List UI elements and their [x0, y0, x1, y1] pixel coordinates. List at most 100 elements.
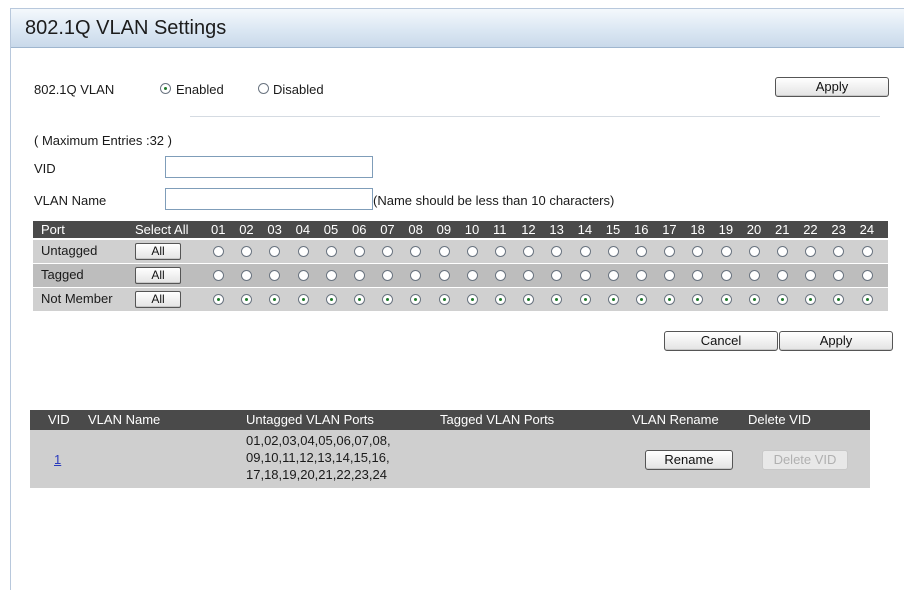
not-member-port-13-radio[interactable]: [551, 294, 563, 305]
untagged-port-14-radio[interactable]: [579, 246, 591, 257]
vid-input[interactable]: [165, 156, 373, 178]
untagged-port-16-radio[interactable]: [636, 246, 647, 257]
not-member-port-06-radio[interactable]: [354, 294, 365, 305]
not-member-port-21-radio[interactable]: [777, 294, 788, 305]
tagged-port-23-radio[interactable]: [833, 270, 845, 281]
not-member-port-05-radio[interactable]: [325, 294, 337, 305]
not-member-port-09-radio[interactable]: [438, 294, 450, 305]
port-header-01: 01: [211, 222, 226, 237]
tagged-port-22-radio[interactable]: [805, 270, 817, 281]
tagged-port-05-radio[interactable]: [325, 270, 337, 281]
untagged-port-06-radio[interactable]: [354, 246, 365, 257]
tagged-port-11-radio[interactable]: [495, 270, 506, 281]
tagged-port-20-radio[interactable]: [748, 270, 760, 281]
vlan-name-input[interactable]: [165, 188, 373, 210]
tagged-port-17-radio[interactable]: [664, 270, 676, 281]
cancel-button[interactable]: Cancel: [664, 331, 778, 351]
untagged-port-17-radio[interactable]: [664, 246, 676, 257]
not-member-port-07-radio[interactable]: [382, 294, 394, 305]
untagged-port-24-radio[interactable]: [861, 246, 873, 257]
port-header-17: 17: [662, 222, 677, 237]
tagged-port-09-radio[interactable]: [438, 270, 450, 281]
not-member-all-button[interactable]: All: [135, 291, 181, 308]
tagged-ports-column-header: Tagged VLAN Ports: [440, 412, 555, 427]
tagged-port-01-radio[interactable]: [213, 270, 224, 281]
tagged-port-14-radio[interactable]: [579, 270, 591, 281]
enabled-radio[interactable]: [160, 83, 171, 94]
not-member-port-19-radio[interactable]: [720, 294, 732, 305]
untagged-row: Untagged All: [33, 240, 888, 263]
untagged-port-21-radio[interactable]: [777, 246, 788, 257]
untagged-port-11-radio[interactable]: [495, 246, 506, 257]
not-member-port-18-radio[interactable]: [692, 294, 704, 305]
tagged-port-08-radio[interactable]: [410, 270, 422, 281]
not-member-port-11-radio[interactable]: [495, 294, 506, 305]
port-header-08: 08: [408, 222, 423, 237]
untagged-port-23-radio[interactable]: [833, 246, 845, 257]
untagged-port-20-radio[interactable]: [748, 246, 760, 257]
not-member-port-17-radio[interactable]: [664, 294, 676, 305]
untagged-label: Untagged: [41, 243, 98, 258]
not-member-port-15-radio[interactable]: [607, 294, 619, 305]
tagged-port-12-radio[interactable]: [523, 270, 535, 281]
port-header-04: 04: [295, 222, 311, 237]
not-member-port-22-radio[interactable]: [805, 294, 817, 305]
not-member-port-23-radio[interactable]: [833, 294, 845, 305]
apply-vlan-mode-button[interactable]: Apply: [775, 77, 889, 97]
not-member-port-03-radio[interactable]: [269, 294, 281, 305]
not-member-port-14-radio[interactable]: [579, 294, 591, 305]
untagged-port-12-radio[interactable]: [523, 246, 535, 257]
not-member-port-08-radio[interactable]: [410, 294, 422, 305]
untagged-port-01-radio[interactable]: [213, 246, 224, 257]
untagged-port-03-radio[interactable]: [269, 246, 281, 257]
tagged-port-10-radio[interactable]: [466, 270, 478, 281]
untagged-port-04-radio[interactable]: [297, 246, 309, 257]
rename-button[interactable]: Rename: [645, 450, 733, 470]
page-title: 802.1Q VLAN Settings: [25, 17, 227, 39]
tagged-all-button[interactable]: All: [135, 267, 181, 284]
disabled-radio[interactable]: [258, 83, 269, 94]
not-member-port-02-radio[interactable]: [241, 294, 253, 305]
untagged-port-07-radio[interactable]: [382, 246, 394, 257]
not-member-port-01-radio[interactable]: [213, 294, 224, 305]
untagged-port-02-radio[interactable]: [241, 246, 253, 257]
tagged-port-16-radio[interactable]: [636, 270, 647, 281]
not-member-row: Not Member All: [33, 288, 888, 311]
not-member-port-20-radio[interactable]: [748, 294, 760, 305]
untagged-port-08-radio[interactable]: [410, 246, 422, 257]
untagged-port-09-radio[interactable]: [438, 246, 450, 257]
untagged-port-19-radio[interactable]: [720, 246, 732, 257]
vid-link[interactable]: 1: [54, 452, 61, 467]
not-member-port-04-radio[interactable]: [297, 294, 309, 305]
untagged-all-button[interactable]: All: [135, 243, 181, 260]
port-header-19: 19: [718, 222, 734, 237]
port-header-03: 03: [267, 222, 282, 237]
untagged-port-15-radio[interactable]: [607, 246, 619, 257]
tagged-port-18-radio[interactable]: [692, 270, 704, 281]
delete-vid-button[interactable]: Delete VID: [762, 450, 848, 470]
untagged-port-05-radio[interactable]: [325, 246, 337, 257]
vlan-name-hint: (Name should be less than 10 characters): [373, 193, 615, 208]
vlan-name-label: VLAN Name: [34, 193, 107, 208]
untagged-port-10-radio[interactable]: [466, 246, 478, 257]
tagged-port-21-radio[interactable]: [777, 270, 788, 281]
tagged-port-15-radio[interactable]: [607, 270, 619, 281]
not-member-port-24-radio[interactable]: [861, 294, 873, 305]
tagged-port-06-radio[interactable]: [354, 270, 365, 281]
not-member-port-10-radio[interactable]: [466, 294, 478, 305]
tagged-port-24-radio[interactable]: [861, 270, 873, 281]
tagged-port-13-radio[interactable]: [551, 270, 563, 281]
untagged-ports-line-2: 09,10,11,12,13,14,15,16,: [246, 450, 390, 465]
tagged-port-03-radio[interactable]: [269, 270, 281, 281]
tagged-port-07-radio[interactable]: [382, 270, 394, 281]
untagged-port-22-radio[interactable]: [805, 246, 817, 257]
apply-button[interactable]: Apply: [779, 331, 893, 351]
not-member-port-12-radio[interactable]: [523, 294, 535, 305]
tagged-port-04-radio[interactable]: [297, 270, 309, 281]
not-member-port-16-radio[interactable]: [636, 294, 647, 305]
tagged-port-19-radio[interactable]: [720, 270, 732, 281]
tagged-port-02-radio[interactable]: [241, 270, 253, 281]
untagged-port-13-radio[interactable]: [551, 246, 563, 257]
port-header-23: 23: [831, 222, 846, 237]
untagged-port-18-radio[interactable]: [692, 246, 704, 257]
